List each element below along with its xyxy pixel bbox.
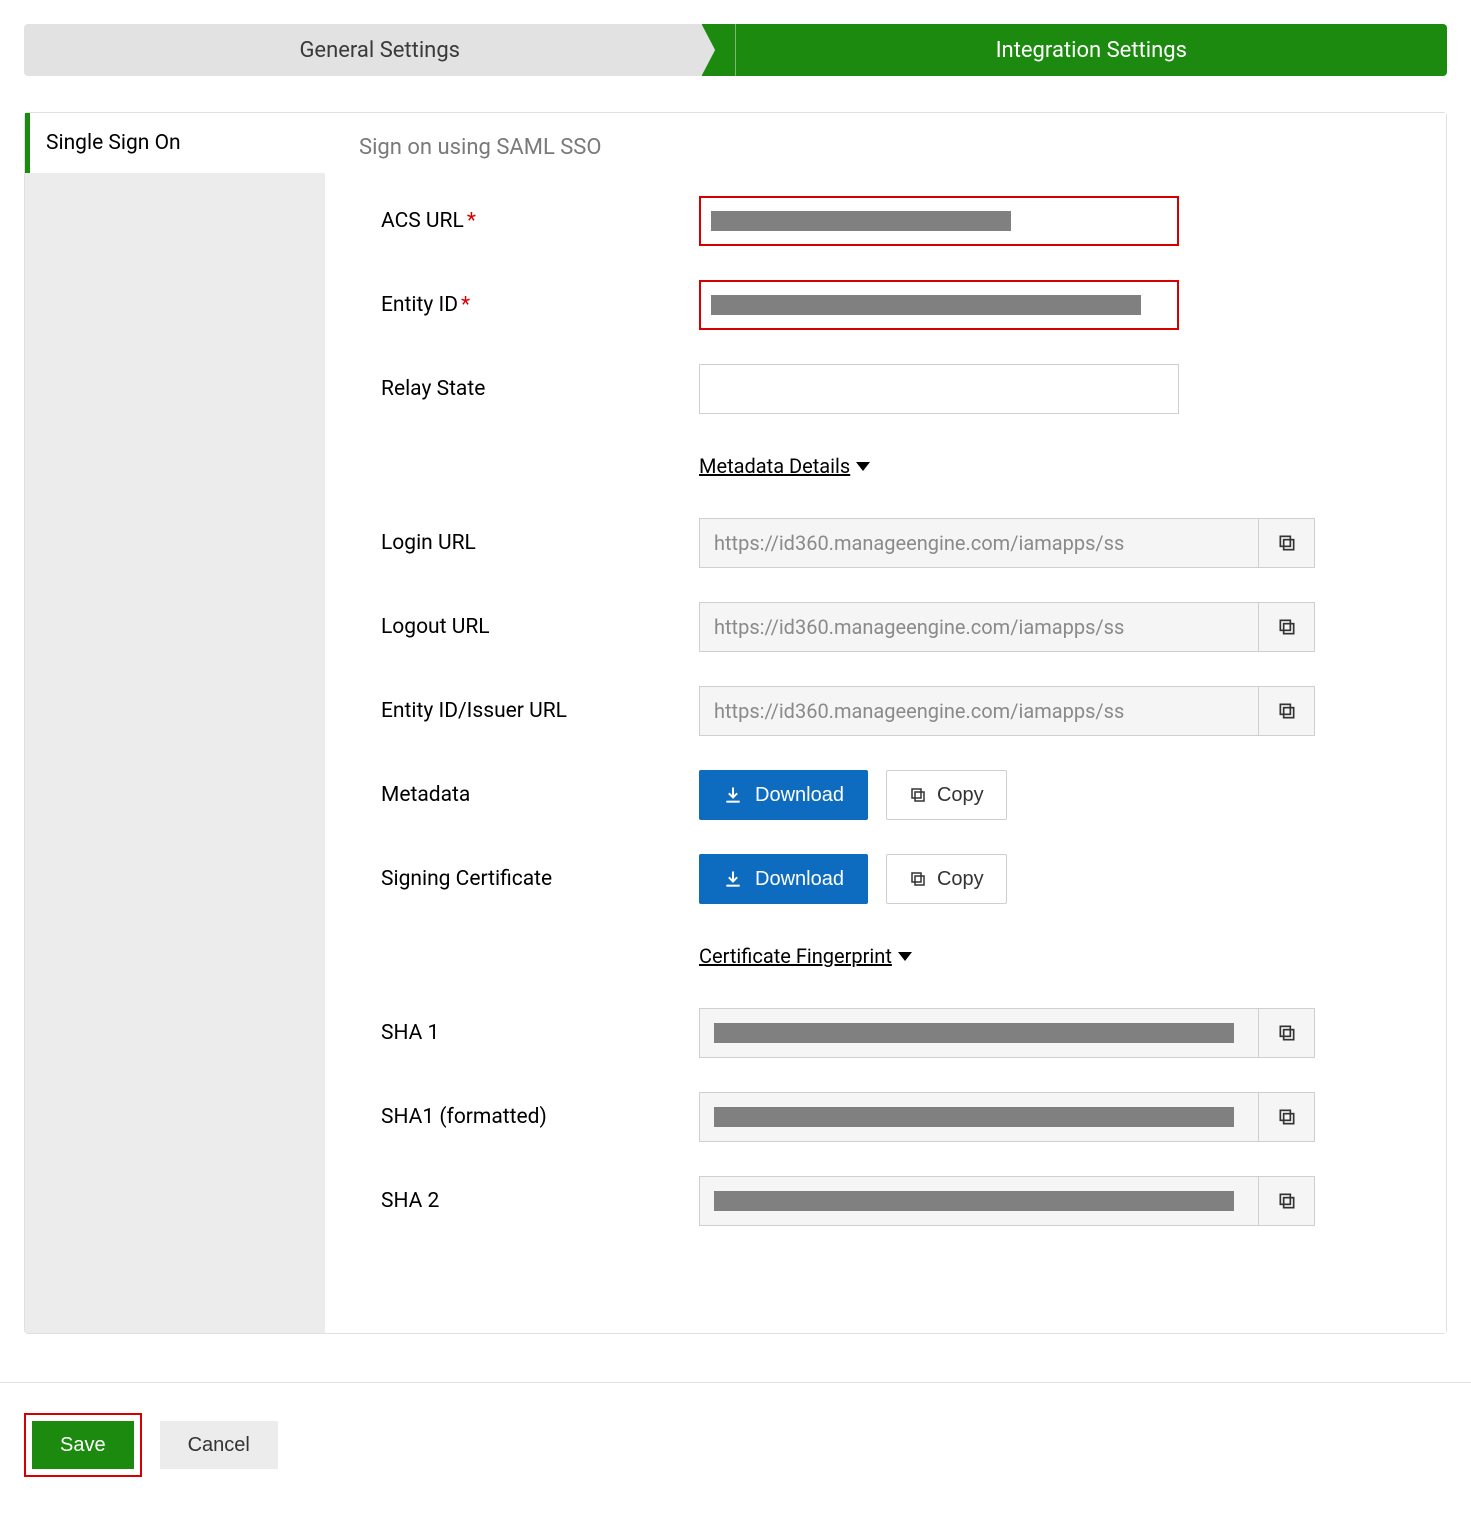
copy-icon — [909, 870, 927, 888]
heading-text: Certificate Fingerprint — [699, 944, 892, 968]
signing-cert-label: Signing Certificate — [359, 867, 699, 891]
redacted-value — [714, 1107, 1234, 1127]
copy-icon — [1277, 1023, 1297, 1043]
download-signing-cert-button[interactable]: Download — [699, 854, 868, 904]
button-label: Download — [755, 868, 844, 891]
entity-id-input[interactable] — [699, 280, 1179, 330]
logout-url-value: https://id360.manageengine.com/iamapps/s… — [699, 602, 1259, 652]
copy-sha2-button[interactable] — [1259, 1176, 1315, 1226]
save-highlight: Save — [24, 1413, 142, 1477]
redacted-value — [711, 295, 1141, 315]
metadata-label: Metadata — [359, 783, 699, 807]
certificate-fingerprint-toggle[interactable]: Certificate Fingerprint — [699, 944, 912, 968]
settings-sidebar: Single Sign On — [25, 113, 325, 1333]
logout-url-label: Logout URL — [359, 615, 699, 639]
required-asterisk: * — [467, 209, 476, 233]
copy-icon — [1277, 1191, 1297, 1211]
button-label: Download — [755, 784, 844, 807]
acs-url-input[interactable] — [699, 196, 1179, 246]
sidebar-item-label: Single Sign On — [46, 131, 181, 155]
entity-id-label: Entity ID* — [359, 293, 699, 317]
tab-general-settings[interactable]: General Settings — [24, 24, 736, 76]
button-label: Copy — [937, 784, 984, 807]
sha1-label: SHA 1 — [359, 1021, 699, 1045]
copy-entity-issuer-button[interactable] — [1259, 686, 1315, 736]
copy-icon — [909, 786, 927, 804]
button-label: Save — [60, 1434, 106, 1456]
metadata-details-toggle[interactable]: Metadata Details — [699, 454, 870, 478]
copy-metadata-button[interactable]: Copy — [886, 770, 1007, 820]
required-asterisk: * — [461, 293, 470, 317]
button-label: Copy — [937, 868, 984, 891]
tab-integration-settings[interactable]: Integration Settings — [736, 24, 1448, 76]
copy-sha1-button[interactable] — [1259, 1008, 1315, 1058]
copy-icon — [1277, 1107, 1297, 1127]
entity-issuer-value: https://id360.manageengine.com/iamapps/s… — [699, 686, 1259, 736]
download-metadata-button[interactable]: Download — [699, 770, 868, 820]
cancel-button[interactable]: Cancel — [160, 1421, 278, 1469]
relay-state-input[interactable] — [699, 364, 1179, 414]
login-url-value: https://id360.manageengine.com/iamapps/s… — [699, 518, 1259, 568]
copy-icon — [1277, 533, 1297, 553]
copy-logout-url-button[interactable] — [1259, 602, 1315, 652]
entity-issuer-label: Entity ID/Issuer URL — [359, 699, 699, 723]
copy-login-url-button[interactable] — [1259, 518, 1315, 568]
relay-state-label: Relay State — [359, 377, 699, 401]
caret-down-icon — [856, 462, 870, 471]
download-icon — [723, 785, 743, 805]
settings-content: Sign on using SAML SSO ACS URL* Entity I… — [325, 113, 1446, 1333]
tab-label: General Settings — [299, 38, 460, 63]
sha1-formatted-label: SHA1 (formatted) — [359, 1105, 699, 1129]
sha2-label: SHA 2 — [359, 1189, 699, 1213]
tab-label: Integration Settings — [996, 38, 1187, 63]
sha2-value — [699, 1176, 1259, 1226]
heading-text: Metadata Details — [699, 454, 850, 478]
caret-down-icon — [898, 952, 912, 961]
footer-separator — [0, 1382, 1471, 1383]
save-button[interactable]: Save — [32, 1421, 134, 1469]
tabs-bar: General Settings Integration Settings — [24, 24, 1447, 76]
button-label: Cancel — [188, 1434, 250, 1456]
sha1-formatted-value — [699, 1092, 1259, 1142]
copy-icon — [1277, 701, 1297, 721]
sha1-value — [699, 1008, 1259, 1058]
redacted-value — [711, 211, 1011, 231]
section-title: Sign on using SAML SSO — [359, 135, 1406, 160]
login-url-label: Login URL — [359, 531, 699, 555]
copy-sha1-formatted-button[interactable] — [1259, 1092, 1315, 1142]
redacted-value — [714, 1191, 1234, 1211]
download-icon — [723, 869, 743, 889]
copy-icon — [1277, 617, 1297, 637]
sidebar-item-single-sign-on[interactable]: Single Sign On — [25, 113, 325, 173]
settings-panel: Single Sign On Sign on using SAML SSO AC… — [24, 112, 1447, 1334]
acs-url-label: ACS URL* — [359, 209, 699, 233]
footer-buttons: Save Cancel — [24, 1413, 1447, 1477]
copy-signing-cert-button[interactable]: Copy — [886, 854, 1007, 904]
redacted-value — [714, 1023, 1234, 1043]
